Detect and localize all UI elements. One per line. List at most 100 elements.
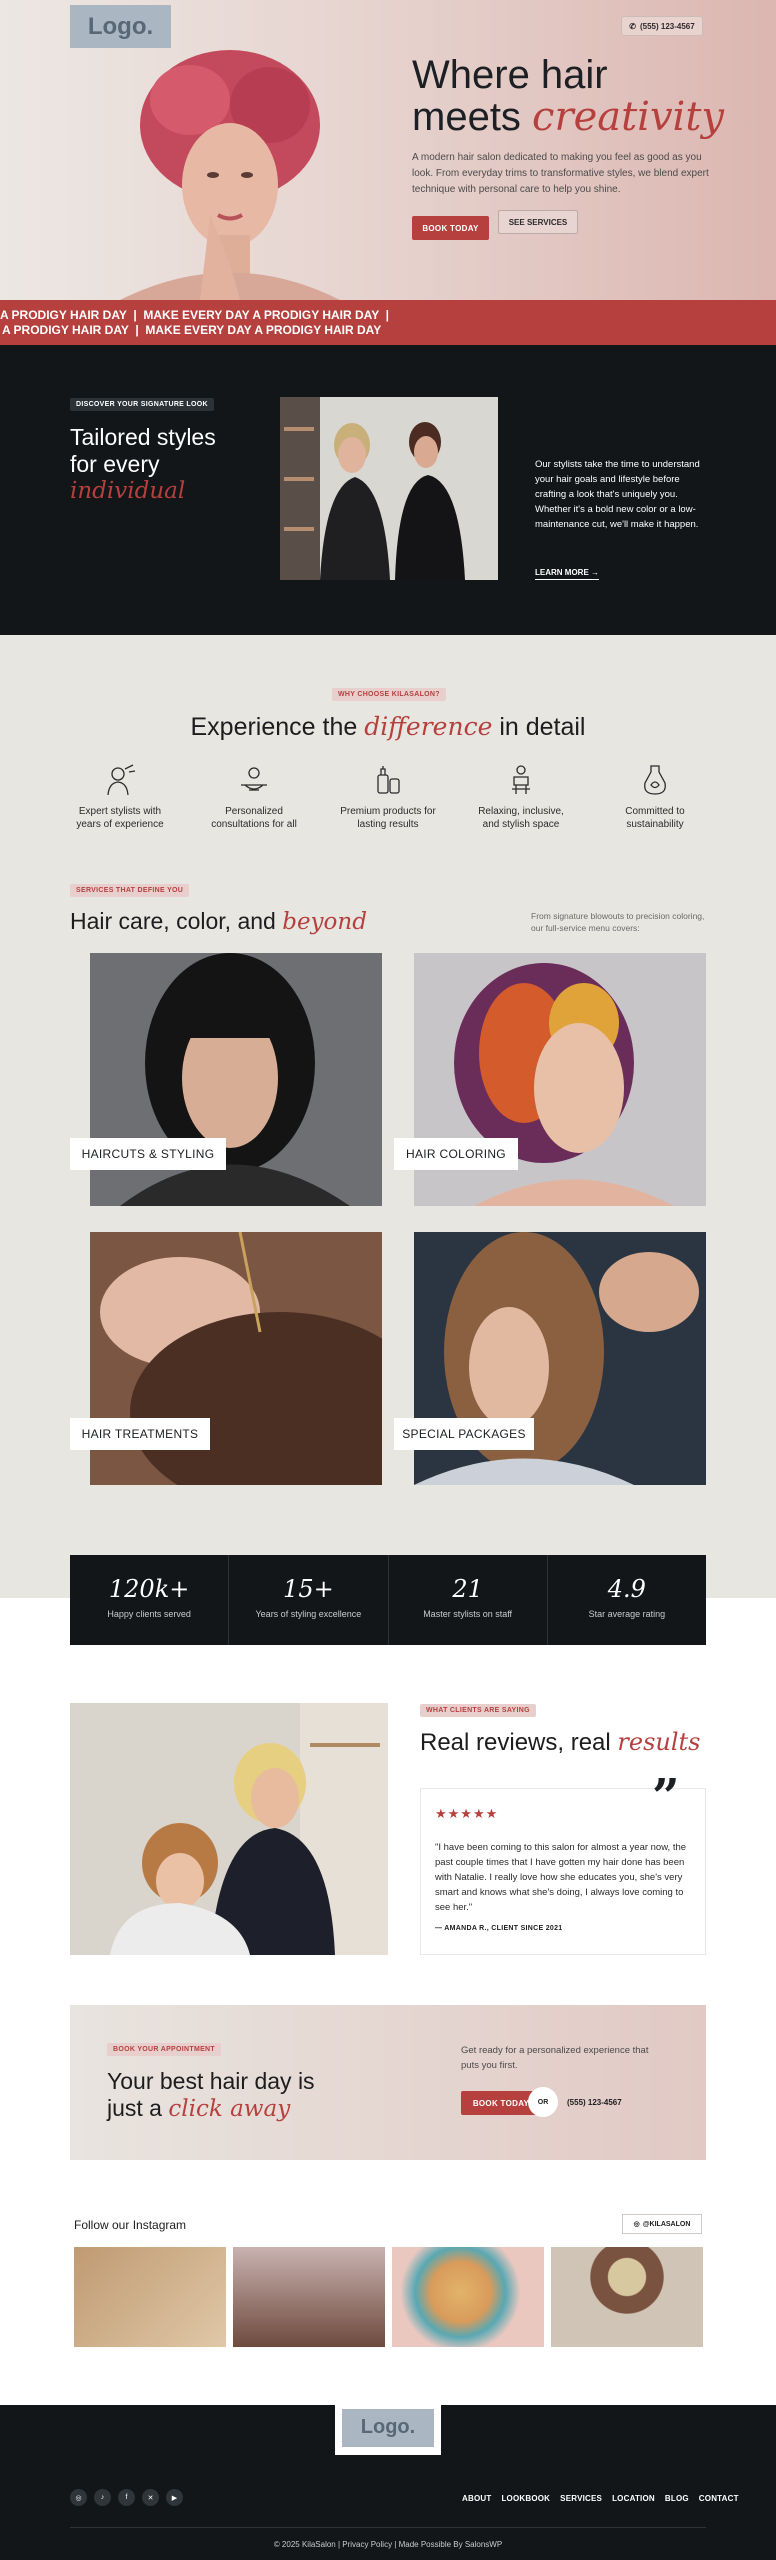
signature-photo xyxy=(280,397,498,580)
services-tag: SERVICES THAT DEFINE YOU xyxy=(70,884,190,897)
stat-item: 15+ Years of styling excellence xyxy=(229,1555,389,1645)
why-tag: WHY CHOOSE KILASALON? xyxy=(332,688,446,701)
stat-number: 15+ xyxy=(283,1575,334,1603)
service-label-treatments[interactable]: HAIR TREATMENTS xyxy=(70,1418,210,1450)
instagram-icon: ◎ xyxy=(633,2221,640,2228)
stat-label: Master stylists on staff xyxy=(423,1609,513,1619)
tiktok-icon[interactable]: ♪ xyxy=(94,2489,111,2506)
facebook-icon[interactable]: f xyxy=(118,2489,135,2506)
footer-nav-location[interactable]: LOCATION xyxy=(612,2494,655,2503)
feature-line2: sustainability xyxy=(626,819,684,830)
book-today-button[interactable]: BOOK TODAY xyxy=(412,216,489,240)
arrow-right-icon: → xyxy=(591,568,600,577)
hero-subtitle: A modern hair salon dedicated to making … xyxy=(412,152,709,195)
star-rating: ★★★★★ xyxy=(435,1806,499,1821)
stat-number: 4.9 xyxy=(607,1575,646,1603)
cta-title-line1: Your best hair day is xyxy=(107,2068,315,2094)
see-services-button[interactable]: SEE SERVICES xyxy=(498,210,578,234)
service-label-coloring[interactable]: HAIR COLORING xyxy=(394,1138,518,1170)
instagram-title: Follow our Instagram xyxy=(74,2218,187,2232)
marquee-line1: A PRODIGY HAIR DAY | MAKE EVERY DAY A PR… xyxy=(0,308,390,322)
stat-number: 120k+ xyxy=(108,1575,190,1603)
feature-line1: Relaxing, inclusive, xyxy=(478,806,564,817)
services-title-accent: beyond xyxy=(282,909,367,935)
hero-title-accent: creativity xyxy=(532,94,725,140)
signature-title-accent: individual xyxy=(70,478,186,504)
review-author: — AMANDA R., CLIENT SINCE 2021 xyxy=(435,1925,563,1932)
footer-nav-services[interactable]: SERVICES xyxy=(560,2494,602,2503)
cta-body: Get ready for a personalized experience … xyxy=(461,2045,649,2071)
services-side-text: From signature blowouts to precision col… xyxy=(531,911,705,933)
stat-item: 21 Master stylists on staff xyxy=(389,1555,548,1645)
reviews-title-accent: results xyxy=(617,1728,701,1756)
logo[interactable]: Logo. xyxy=(70,5,171,48)
cta-title-accent: click away xyxy=(168,2096,291,2122)
footer-logo[interactable]: Logo. xyxy=(342,2408,434,2447)
feature-item: Committed to sustainability xyxy=(595,763,715,831)
service-label-haircuts[interactable]: HAIRCUTS & STYLING xyxy=(70,1138,226,1170)
footer-nav-contact[interactable]: CONTACT xyxy=(699,2494,739,2503)
reviews-photo xyxy=(70,1703,388,1955)
instagram-handle: @KILASALON xyxy=(642,2220,691,2228)
instagram-photo-4[interactable] xyxy=(551,2247,703,2347)
header-phone-button[interactable]: ✆ (555) 123-4567 xyxy=(621,16,703,36)
cta-tag: BOOK YOUR APPOINTMENT xyxy=(107,2043,221,2056)
hero-title-line1: Where hair xyxy=(412,53,608,97)
footer-nav: ABOUT LOOKBOOK SERVICES LOCATION BLOG CO… xyxy=(462,2494,739,2503)
footer-nav-lookbook[interactable]: LOOKBOOK xyxy=(501,2494,550,2503)
reviews-tag: WHAT CLIENTS ARE SAYING xyxy=(420,1704,536,1717)
footer-nav-blog[interactable]: BLOG xyxy=(665,2494,689,2503)
sustainability-icon xyxy=(644,765,666,795)
feature-line2: years of experience xyxy=(76,819,164,830)
footer-copyright: © 2025 KilaSalon | Privacy Policy | Made… xyxy=(273,2540,503,2549)
marquee-line2: A PRODIGY HAIR DAY | MAKE EVERY DAY A PR… xyxy=(2,323,382,337)
or-badge: OR xyxy=(528,2087,558,2117)
feature-item: Premium products for lasting results xyxy=(328,763,448,831)
signature-title: Tailored styles for every individual xyxy=(70,424,216,505)
feature-item: Relaxing, inclusive, and stylish space xyxy=(461,763,581,831)
services-title: Hair care, color, and beyond xyxy=(70,908,367,935)
signature-body: Our stylists take the time to understand… xyxy=(535,459,700,530)
hero-title: Where hair meets creativity xyxy=(412,54,724,138)
feature-line1: Expert stylists with xyxy=(78,806,162,817)
instagram-photo-2[interactable] xyxy=(233,2247,385,2347)
stat-item: 4.9 Star average rating xyxy=(548,1555,706,1645)
review-quote: "I have been coming to this salon for al… xyxy=(435,1842,687,1913)
hero-title-plain: meets xyxy=(412,95,533,139)
stats-band: 120k+ Happy clients served 15+ Years of st… xyxy=(70,1555,706,1645)
youtube-icon[interactable]: ▶ xyxy=(166,2489,183,2506)
instagram-photo-3[interactable] xyxy=(392,2247,544,2347)
stylist-icon xyxy=(107,764,136,796)
learn-more-link[interactable]: LEARN MORE → xyxy=(535,568,600,580)
cta-title-plain: just a xyxy=(107,2095,169,2121)
x-icon[interactable]: ✕ xyxy=(142,2489,159,2506)
relax-icon xyxy=(512,765,530,794)
signature-title-line2: for every xyxy=(70,451,160,477)
header-phone: (555) 123-4567 xyxy=(639,21,695,31)
why-title-plain1: Experience the xyxy=(190,713,365,741)
feature-line1: Committed to xyxy=(625,806,685,817)
stat-label: Years of styling excellence xyxy=(255,1609,362,1619)
why-title-accent: difference xyxy=(364,712,493,741)
why-title: Experience the difference in detail xyxy=(0,712,776,742)
phone-icon: ✆ xyxy=(629,21,636,31)
instagram-photo-1[interactable] xyxy=(74,2247,226,2347)
feature-line2: lasting results xyxy=(357,819,419,830)
service-label-packages[interactable]: SPECIAL PACKAGES xyxy=(394,1418,534,1450)
quote-icon: ” xyxy=(652,1769,680,1825)
why-title-plain2: in detail xyxy=(492,713,586,741)
instagram-icon[interactable]: ◎ xyxy=(70,2489,87,2506)
signature-tag: DISCOVER YOUR SIGNATURE LOOK xyxy=(70,398,214,411)
feature-item: Expert stylists with years of experience xyxy=(60,763,180,831)
stat-item: 120k+ Happy clients served xyxy=(70,1555,230,1645)
consultation-icon xyxy=(241,767,267,791)
feature-line1: Premium products for xyxy=(340,806,436,817)
reviews-title-plain: Real reviews, real xyxy=(420,1729,618,1756)
feature-line2: and stylish space xyxy=(482,819,560,830)
feature-line2: consultations for all xyxy=(211,819,297,830)
footer-nav-about[interactable]: ABOUT xyxy=(462,2494,491,2503)
reviews-title: Real reviews, real results xyxy=(420,1728,701,1757)
cta-phone[interactable]: (555) 123-4567 xyxy=(567,2098,622,2107)
instagram-handle-button[interactable]: ◎ @KILASALON xyxy=(622,2214,702,2234)
hero-photo xyxy=(80,30,380,300)
